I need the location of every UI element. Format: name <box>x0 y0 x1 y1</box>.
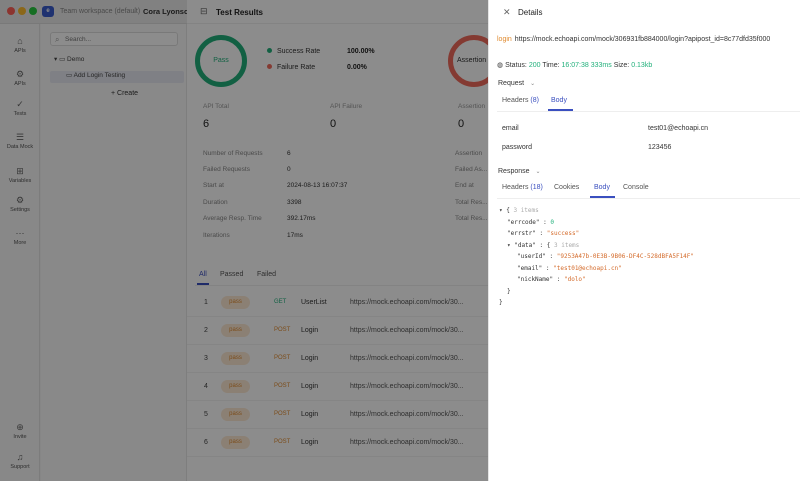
time-label: Time: <box>542 62 560 69</box>
tab-count: (18) <box>530 184 543 191</box>
json-token: } <box>499 299 503 306</box>
body-value[interactable]: 123456 <box>648 144 671 151</box>
json-colon: : <box>545 253 557 260</box>
tab-request-body[interactable]: Body <box>551 97 567 104</box>
response-section-title: Response <box>498 168 530 175</box>
details-title: Details <box>518 8 543 17</box>
json-colon: : <box>535 230 547 237</box>
size-value: 0.13kb <box>631 62 653 69</box>
json-line: ▾ "data" : { 3 items <box>507 240 579 252</box>
json-line: ▾ { 3 items <box>499 205 539 217</box>
status-label: Status: <box>505 62 527 69</box>
json-comment: 3 items <box>513 207 539 214</box>
json-colon: : <box>539 218 551 226</box>
json-value: "success" <box>546 230 580 237</box>
tab-response-headers[interactable]: Headers (18) <box>502 184 543 191</box>
details-drawer: ✕ Details login https://mock.echoapi.com/… <box>488 0 800 481</box>
json-colon: : <box>553 276 564 283</box>
status-line: ◍ Status: 200 Time: 16:07:38 333ms Size:… <box>497 61 652 69</box>
tabs-divider <box>497 111 800 112</box>
globe-icon: ◍ <box>497 62 504 69</box>
modal-backdrop[interactable] <box>0 0 488 481</box>
tab-response-console[interactable]: Console <box>623 184 649 191</box>
size-label: Size: <box>613 62 630 69</box>
request-section-title: Request <box>498 80 525 87</box>
status-value: 200 <box>528 62 541 69</box>
json-token: ▾ { <box>499 207 510 214</box>
json-key: "userId" <box>517 253 546 260</box>
tab-label: Body <box>551 97 567 104</box>
tab-label: Headers <box>502 97 529 104</box>
json-comment: 3 items <box>554 241 580 249</box>
json-line: "email" : "test01@echoapi.cn" <box>517 263 622 275</box>
time-value: 16:07:38 333ms <box>561 62 612 69</box>
close-icon[interactable]: ✕ <box>503 7 511 18</box>
chevron-down-icon: ⌄ <box>535 169 541 175</box>
body-value[interactable]: test01@echoapi.cn <box>648 125 708 132</box>
tab-label: Headers <box>502 184 529 191</box>
json-colon: : <box>535 241 547 249</box>
tab-count: (8) <box>530 97 539 104</box>
response-section-toggle[interactable]: Response ⌄ <box>498 168 541 175</box>
json-value: { <box>546 241 551 249</box>
json-value: "test01@echoapi.cn" <box>553 264 622 272</box>
request-section-toggle[interactable]: Request ⌄ <box>498 80 535 87</box>
json-line: "nickName" : "dolo" <box>517 274 586 286</box>
json-value: "9253A47b-0E3B-9B06-DF4C-528dBFA5F14F" <box>556 253 695 260</box>
body-key: email <box>502 125 519 132</box>
json-line: "errcode" : 0 <box>507 217 554 229</box>
body-key: password <box>502 144 532 151</box>
chevron-down-icon: ⌄ <box>530 81 536 87</box>
tab-response-body[interactable]: Body <box>594 184 610 191</box>
json-key: ▾ "data" <box>507 241 536 249</box>
request-method: login <box>497 36 512 43</box>
json-key: "nickName" <box>517 276 554 283</box>
json-line: } <box>507 286 511 298</box>
json-line: } <box>499 297 503 309</box>
json-line: "errstr" : "success" <box>507 228 579 240</box>
json-value: 0 <box>550 218 554 226</box>
request-url: login https://mock.echoapi.com/mock/30693… <box>497 34 797 45</box>
tabs-divider <box>497 198 800 199</box>
json-token: } <box>507 287 511 295</box>
json-key: "email" <box>517 264 543 272</box>
tab-request-headers[interactable]: Headers (8) <box>502 97 539 104</box>
json-line: "userId" : "9253A47b-0E3B-9B06-DF4C-528d… <box>517 251 694 263</box>
request-url-text: https://mock.echoapi.com/mock/306931fb88… <box>514 36 771 43</box>
json-colon: : <box>542 264 554 272</box>
json-key: "errstr" <box>507 230 536 237</box>
json-value: "dolo" <box>563 276 586 283</box>
request-body-table: email test01@echoapi.cn password 123456 <box>497 117 793 157</box>
json-key: "errcode" <box>507 218 540 226</box>
tab-response-cookies[interactable]: Cookies <box>554 184 579 191</box>
